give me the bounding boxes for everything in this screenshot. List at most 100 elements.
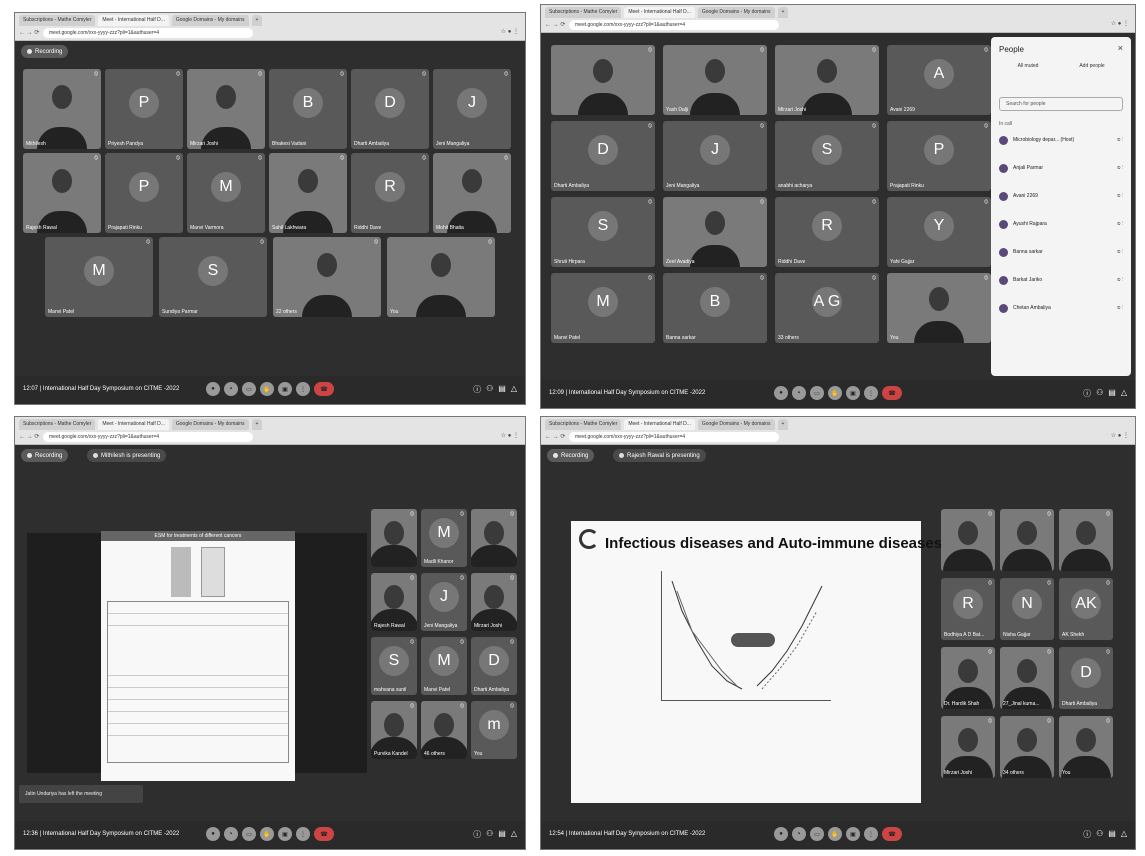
- more-options-icon[interactable]: ⋮: [864, 386, 878, 400]
- floating-toolbar[interactable]: [731, 633, 775, 647]
- end-call-icon[interactable]: ☎: [882, 827, 902, 841]
- raise-hand-icon[interactable]: ✋: [828, 827, 842, 841]
- participant-tile[interactable]: ⦸ Zeel Avadiya: [663, 197, 767, 267]
- participant-tile[interactable]: D ⦸ Dharti Ambaliya: [551, 121, 655, 191]
- new-tab-button[interactable]: +: [777, 419, 789, 430]
- participant-tile[interactable]: ⦸ You: [387, 237, 495, 317]
- participant-tile[interactable]: P ⦸ Priyesh Pandya: [105, 69, 183, 149]
- present-icon[interactable]: ▣: [278, 382, 292, 396]
- participant-tile[interactable]: ⦸ 34 others: [1000, 716, 1054, 778]
- nav-arrows-icon[interactable]: ← → ⟳: [19, 433, 39, 440]
- participant-tile[interactable]: AK ⦸ AK Shekh: [1059, 578, 1113, 640]
- participant-tile[interactable]: M ⦸ Manvi Patel: [421, 637, 467, 695]
- person-actions-icon[interactable]: ⦸ ⋮: [1117, 277, 1123, 283]
- people-list-item[interactable]: Avani 2269 ⦸ ⋮: [999, 189, 1123, 203]
- participant-tile[interactable]: D ⦸ Dharti Ambaliya: [471, 637, 517, 695]
- more-options-icon[interactable]: ⋮: [296, 827, 310, 841]
- participant-tile[interactable]: m ⦸ You: [471, 701, 517, 759]
- participant-tile[interactable]: ⦸ Rajesh Rawal: [371, 573, 417, 631]
- participant-tile[interactable]: ⦸ You: [887, 273, 991, 343]
- participant-tile[interactable]: M ⦸ Madli Khanor: [421, 509, 467, 567]
- camera-icon[interactable]: ▪: [792, 827, 806, 841]
- participant-tile[interactable]: N ⦸ Nisha Gajjar: [1000, 578, 1054, 640]
- people-icon[interactable]: ⚇: [486, 829, 493, 840]
- present-icon[interactable]: ▣: [278, 827, 292, 841]
- person-actions-icon[interactable]: ⦸ ⋮: [1117, 165, 1123, 171]
- raise-hand-icon[interactable]: ✋: [828, 386, 842, 400]
- participant-tile[interactable]: J ⦸ Jeni Mangaliya: [421, 573, 467, 631]
- captions-icon[interactable]: ▭: [810, 386, 824, 400]
- captions-icon[interactable]: ▭: [810, 827, 824, 841]
- participant-tile[interactable]: ⦸ Dr. Hardik Shah: [941, 647, 995, 709]
- camera-icon[interactable]: ▪: [792, 386, 806, 400]
- participant-tile[interactable]: ⦸ Mithilesh: [23, 69, 101, 149]
- search-people-input[interactable]: Search for people: [999, 97, 1123, 111]
- participant-tile[interactable]: S ⦸ anabhi acharya: [775, 121, 879, 191]
- tab[interactable]: Subscriptions - Mathe Comyler: [545, 419, 622, 430]
- raise-hand-icon[interactable]: ✋: [260, 382, 274, 396]
- participant-tile[interactable]: ⦸ Yash Dalji: [663, 45, 767, 115]
- participant-tile[interactable]: D ⦸ Dharti Ambaliya: [1059, 647, 1113, 709]
- address-bar[interactable]: meet.google.com/xxx-yyyy-zzz?pli=1&authu…: [43, 28, 253, 38]
- captions-icon[interactable]: ▭: [242, 382, 256, 396]
- address-bar[interactable]: meet.google.com/xxx-yyyy-zzz?pli=1&authu…: [569, 20, 779, 30]
- participant-tile[interactable]: ⦸: [371, 509, 417, 567]
- person-actions-icon[interactable]: ⦸ ⋮: [1117, 193, 1123, 199]
- tab[interactable]: Meet - International Half D...: [624, 7, 695, 18]
- mic-icon[interactable]: ●: [774, 386, 788, 400]
- participant-tile[interactable]: ⦸ 22 others: [273, 237, 381, 317]
- new-tab-button[interactable]: +: [777, 7, 789, 18]
- person-actions-icon[interactable]: ⦸ ⋮: [1117, 305, 1123, 311]
- person-actions-icon[interactable]: ⦸ ⋮: [1117, 221, 1123, 227]
- people-icon[interactable]: ⚇: [1096, 388, 1103, 399]
- participant-tile[interactable]: S ⦸ mahvana sunil: [371, 637, 417, 695]
- browser-tools-icon[interactable]: ☆ ● ⋮: [501, 432, 519, 439]
- participant-tile[interactable]: ⦸: [1059, 509, 1113, 571]
- chat-icon[interactable]: ▤: [498, 384, 506, 395]
- end-call-icon[interactable]: ☎: [314, 382, 334, 396]
- participant-tile[interactable]: R ⦸ Riddhi Dave: [351, 153, 429, 233]
- info-icon[interactable]: ⓘ: [473, 384, 481, 395]
- participant-tile[interactable]: A G ⦸ 33 others: [775, 273, 879, 343]
- people-list-item[interactable]: Ayushi Rajpara ⦸ ⋮: [999, 217, 1123, 231]
- chat-icon[interactable]: ▤: [1108, 388, 1116, 399]
- tab[interactable]: Google Domains - My domains: [697, 419, 775, 430]
- tab[interactable]: Google Domains - My domains: [697, 7, 775, 18]
- end-call-icon[interactable]: ☎: [882, 386, 902, 400]
- participant-tile[interactable]: ⦸: [941, 509, 995, 571]
- people-list-item[interactable]: Anjali Parmar ⦸ ⋮: [999, 161, 1123, 175]
- participant-tile[interactable]: ⦸: [551, 45, 655, 115]
- participant-tile[interactable]: ⦸ Rajesh Rawal: [23, 153, 101, 233]
- captions-icon[interactable]: ▭: [242, 827, 256, 841]
- tab[interactable]: Meet - International Half D...: [624, 419, 695, 430]
- participant-tile[interactable]: ⦸: [471, 509, 517, 567]
- more-options-icon[interactable]: ⋮: [864, 827, 878, 841]
- participant-tile[interactable]: D ⦸ Dharti Ambaliya: [351, 69, 429, 149]
- people-list-item[interactable]: Chetan Ambaliya ⦸ ⋮: [999, 301, 1123, 315]
- participant-tile[interactable]: B ⦸ Banna sarkar: [663, 273, 767, 343]
- camera-icon[interactable]: ▪: [224, 382, 238, 396]
- participant-tile[interactable]: P ⦸ Prajapati Rinku: [887, 121, 991, 191]
- add-people-button[interactable]: Add people: [1067, 63, 1117, 69]
- chat-icon[interactable]: ▤: [1108, 829, 1116, 840]
- participant-tile[interactable]: ⦸ Mirzari Joshi: [775, 45, 879, 115]
- participant-tile[interactable]: J ⦸ Jeni Mangaliya: [663, 121, 767, 191]
- participant-tile[interactable]: ⦸ Mirzari Joshi: [187, 69, 265, 149]
- info-icon[interactable]: ⓘ: [1083, 829, 1091, 840]
- tab[interactable]: Google Domains - My domains: [171, 15, 249, 26]
- tab[interactable]: Google Domains - My domains: [171, 419, 249, 430]
- nav-arrows-icon[interactable]: ← → ⟳: [19, 29, 39, 36]
- more-options-icon[interactable]: ⋮: [296, 382, 310, 396]
- participant-tile[interactable]: S ⦸ Sundiya Parmar: [159, 237, 267, 317]
- address-bar[interactable]: meet.google.com/xxx-yyyy-zzz?pli=1&authu…: [43, 432, 253, 442]
- participant-tile[interactable]: ⦸ 46 others: [421, 701, 467, 759]
- participant-tile[interactable]: ⦸ Mirzari Joshi: [471, 573, 517, 631]
- browser-tools-icon[interactable]: ☆ ● ⋮: [1111, 432, 1129, 439]
- mic-icon[interactable]: ●: [206, 827, 220, 841]
- participant-tile[interactable]: M ⦸ Manvi Patel: [45, 237, 153, 317]
- participant-tile[interactable]: Y ⦸ Yahi Gajjar: [887, 197, 991, 267]
- tab[interactable]: Subscriptions - Mathe Comyler: [19, 15, 96, 26]
- participant-tile[interactable]: S ⦸ Shruti Hirpara: [551, 197, 655, 267]
- present-icon[interactable]: ▣: [846, 386, 860, 400]
- people-icon[interactable]: ⚇: [486, 384, 493, 395]
